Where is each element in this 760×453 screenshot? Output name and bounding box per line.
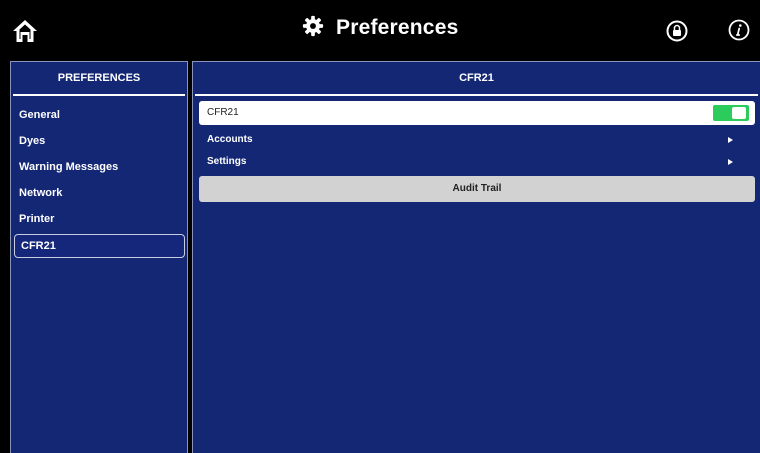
sidebar-item-cfr21[interactable]: CFR21 xyxy=(14,234,185,258)
sidebar-item-network[interactable]: Network xyxy=(13,180,185,206)
cfr21-label: CFR21 xyxy=(207,107,239,118)
lock-icon[interactable] xyxy=(666,20,688,42)
sidebar-item-warning-messages[interactable]: Warning Messages xyxy=(13,154,185,180)
top-bar: Preferences xyxy=(0,0,760,60)
chevron-right-icon xyxy=(728,159,733,165)
gear-icon xyxy=(302,15,323,37)
main-panel: CFR21 CFR21 Accounts Settings Audit Trai… xyxy=(192,61,760,453)
chevron-right-icon xyxy=(728,137,733,143)
section-title: CFR21 xyxy=(195,62,758,96)
sidebar: PREFERENCES General Dyes Warning Message… xyxy=(10,61,188,453)
sidebar-item-printer[interactable]: Printer xyxy=(13,206,185,232)
page-title: Preferences xyxy=(336,16,459,39)
settings-row[interactable]: Settings xyxy=(207,152,733,172)
accounts-row[interactable]: Accounts xyxy=(207,130,733,150)
header-title-group: Preferences xyxy=(0,15,760,40)
audit-trail-button[interactable]: Audit Trail xyxy=(199,176,755,202)
toggle-knob xyxy=(732,107,746,119)
info-icon[interactable] xyxy=(728,19,750,41)
sidebar-title: PREFERENCES xyxy=(13,62,185,96)
cfr21-toggle[interactable] xyxy=(713,105,749,121)
accounts-label: Accounts xyxy=(207,134,253,145)
settings-label: Settings xyxy=(207,156,247,167)
sidebar-item-general[interactable]: General xyxy=(13,102,185,128)
sidebar-item-dyes[interactable]: Dyes xyxy=(13,128,185,154)
cfr21-setting-row: CFR21 xyxy=(199,101,755,125)
sidebar-nav: General Dyes Warning Messages Network Pr… xyxy=(11,96,187,258)
